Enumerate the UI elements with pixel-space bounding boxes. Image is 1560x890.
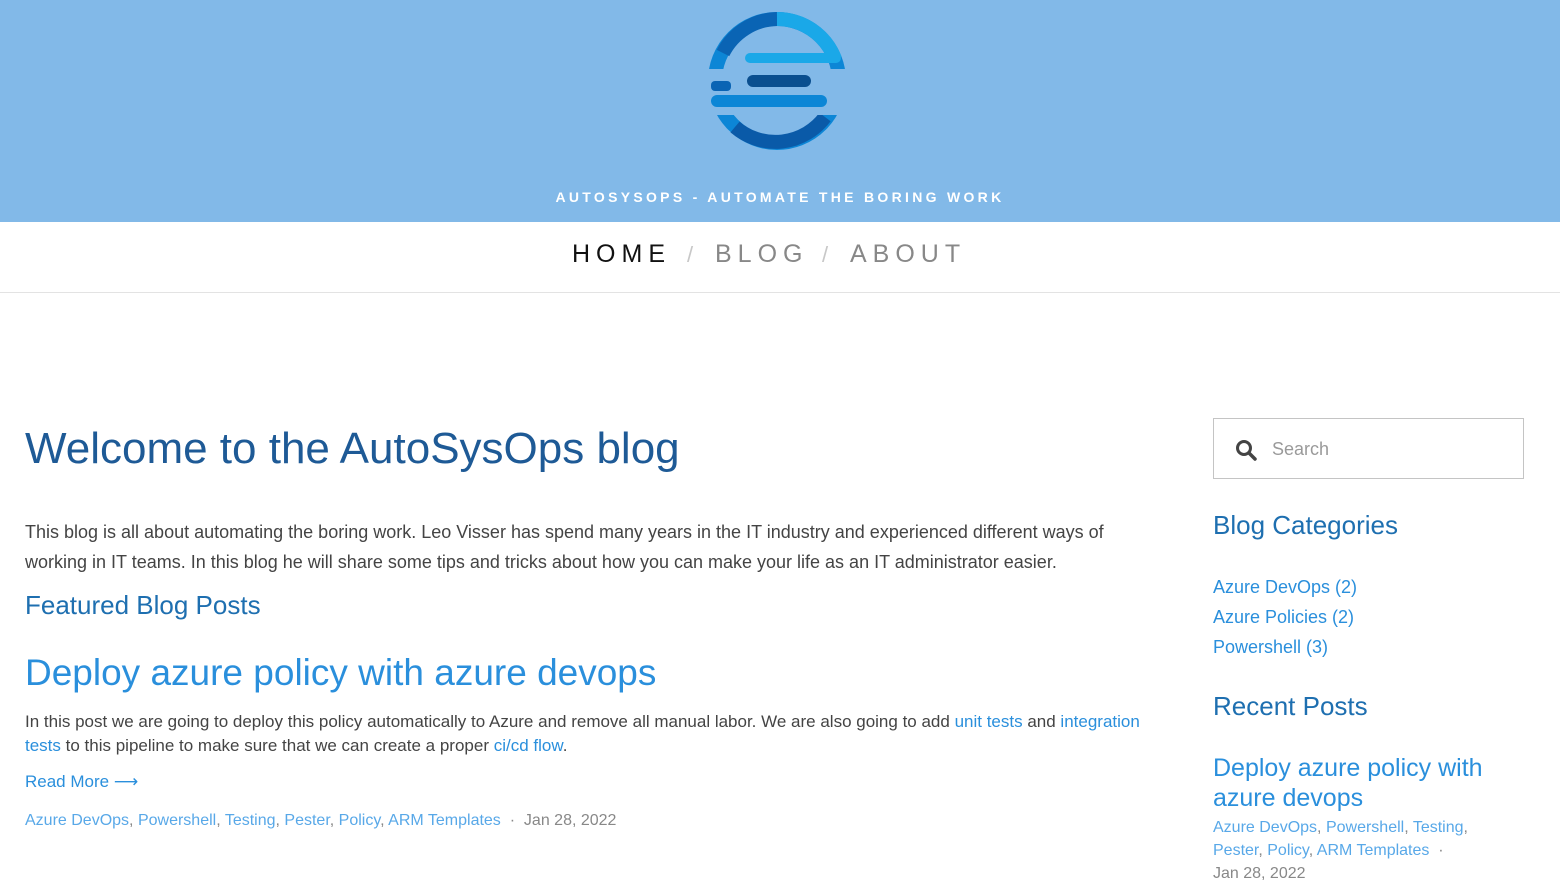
excerpt-text: to this pipeline to make sure that we ca… bbox=[60, 736, 494, 755]
tag-link[interactable]: Policy bbox=[1267, 842, 1309, 859]
site-header: AUTOSYSOPS - AUTOMATE THE BORING WORK bbox=[0, 0, 1560, 222]
nav-separator: / bbox=[687, 242, 694, 267]
read-more-link[interactable]: Read More ⟶ bbox=[25, 772, 138, 792]
category-link-azure-policies[interactable]: Azure Policies (2) bbox=[1213, 602, 1357, 632]
tag-link[interactable]: Azure DevOps bbox=[25, 812, 129, 829]
tag-link[interactable]: Pester bbox=[284, 812, 329, 829]
post-title-link[interactable]: Deploy azure policy with azure devops bbox=[25, 652, 656, 694]
tag-link[interactable]: Testing bbox=[225, 812, 276, 829]
tag-link[interactable]: ARM Templates bbox=[1317, 842, 1430, 859]
tag-link[interactable]: Pester bbox=[1213, 842, 1258, 859]
tag-link[interactable]: Powershell bbox=[1326, 819, 1404, 836]
search-input[interactable] bbox=[1270, 433, 1514, 465]
page-title: Welcome to the AutoSysOps blog bbox=[25, 424, 680, 473]
recent-post-title-link[interactable]: Deploy azure policy with azure devops bbox=[1213, 753, 1533, 813]
nav-separator: / bbox=[822, 242, 829, 267]
category-list: Azure DevOps (2) Azure Policies (2) Powe… bbox=[1213, 572, 1357, 662]
search-box bbox=[1213, 418, 1524, 479]
search-icon bbox=[1236, 440, 1257, 461]
site-tagline: AUTOSYSOPS - AUTOMATE THE BORING WORK bbox=[555, 189, 1005, 205]
blog-categories-heading: Blog Categories bbox=[1213, 510, 1398, 540]
excerpt-text: . bbox=[562, 736, 568, 755]
nav-about-link[interactable]: ABOUT bbox=[850, 240, 966, 269]
tag-link[interactable]: Testing bbox=[1413, 819, 1464, 836]
tag-link[interactable]: Powershell bbox=[138, 812, 216, 829]
recent-post-tags: Azure DevOps, Powershell, Testing, Peste… bbox=[1213, 819, 1468, 882]
excerpt-text: and bbox=[1022, 712, 1061, 731]
nav-blog-link[interactable]: BLOG bbox=[715, 240, 808, 269]
intro-paragraph: This blog is all about automating the bo… bbox=[25, 522, 1104, 572]
excerpt-text: In this post we are going to deploy this… bbox=[25, 712, 955, 731]
unit-tests-link[interactable]: unit tests bbox=[955, 712, 1023, 731]
post-tags: Azure DevOps, Powershell, Testing, Peste… bbox=[25, 812, 617, 829]
category-link-powershell[interactable]: Powershell (3) bbox=[1213, 632, 1357, 662]
nav-home-link[interactable]: HOME bbox=[572, 240, 671, 269]
tag-link[interactable]: Policy bbox=[339, 812, 381, 829]
meta-dot: · bbox=[509, 812, 516, 829]
meta-dot: · bbox=[1438, 842, 1444, 859]
recent-post-date: Jan 28, 2022 bbox=[1213, 865, 1306, 882]
autosysops-logo-icon[interactable] bbox=[705, 9, 849, 153]
post-excerpt: In this post we are going to deploy this… bbox=[25, 710, 1145, 758]
tag-link[interactable]: Azure DevOps bbox=[1213, 819, 1317, 836]
recent-posts-heading: Recent Posts bbox=[1213, 691, 1368, 721]
tag-link[interactable]: ARM Templates bbox=[388, 812, 501, 829]
ci-cd-flow-link[interactable]: ci/cd flow bbox=[494, 736, 563, 755]
post-date: Jan 28, 2022 bbox=[523, 812, 617, 829]
category-link-azure-devops[interactable]: Azure DevOps (2) bbox=[1213, 572, 1357, 602]
featured-posts-heading: Featured Blog Posts bbox=[25, 590, 261, 620]
